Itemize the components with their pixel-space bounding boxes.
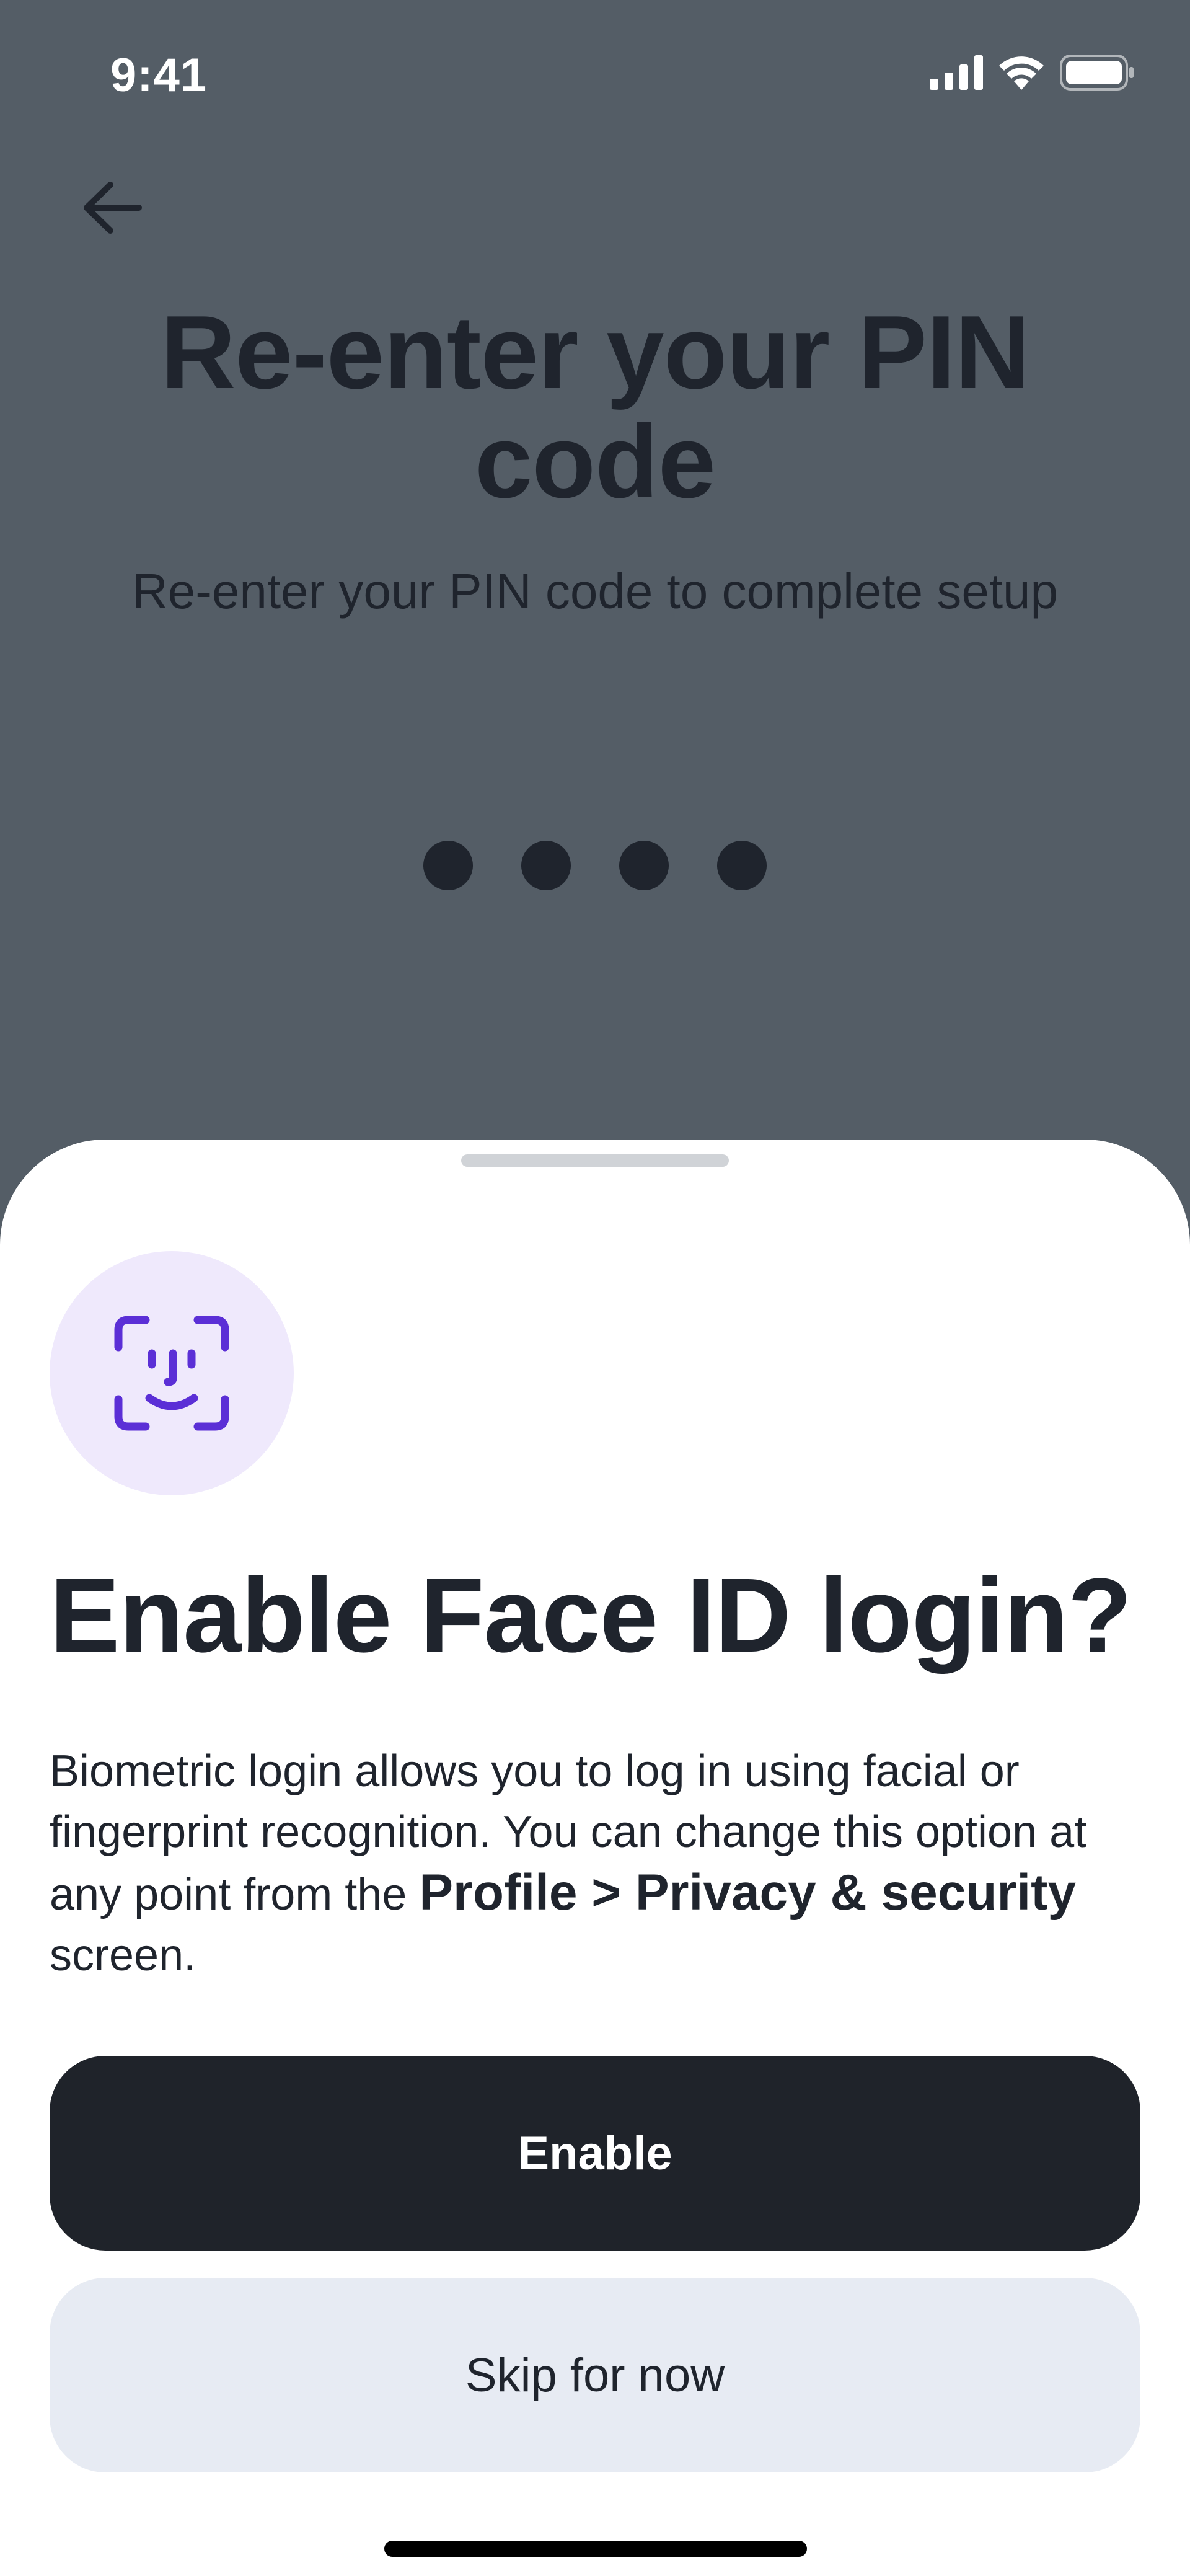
face-id-icon xyxy=(114,1316,229,1431)
sheet-description: Biometric login allows you to log in usi… xyxy=(50,1741,1153,1986)
page-title-line2: code xyxy=(474,403,716,520)
enable-button[interactable]: Enable xyxy=(50,2056,1140,2251)
skip-for-now-button[interactable]: Skip for now xyxy=(50,2278,1140,2472)
battery-icon xyxy=(1060,55,1134,91)
pin-dot xyxy=(717,841,767,890)
status-icons xyxy=(930,55,1134,91)
page-subtitle: Re-enter your PIN code to complete setup xyxy=(131,564,1059,619)
bottom-sheet: Enable Face ID login? Biometric login al… xyxy=(0,1140,1190,2576)
description-text-end: screen. xyxy=(50,1931,196,1980)
wifi-icon xyxy=(999,56,1044,90)
signal-icon xyxy=(930,55,983,90)
status-bar: 9:41 xyxy=(0,0,1190,149)
pin-dot xyxy=(423,841,473,890)
arrow-left-icon xyxy=(84,182,142,234)
back-button[interactable] xyxy=(68,167,155,248)
pin-dot xyxy=(521,841,571,890)
status-time: 9:41 xyxy=(110,49,208,102)
face-id-badge xyxy=(50,1251,294,1495)
sheet-drag-handle[interactable] xyxy=(461,1154,729,1167)
home-indicator[interactable] xyxy=(384,2541,807,2557)
description-settings-path: Profile > Privacy & security xyxy=(419,1864,1077,1921)
page-title-line1: Re-enter your PIN xyxy=(161,294,1030,410)
pin-indicator xyxy=(0,841,1190,890)
pin-dot xyxy=(619,841,669,890)
sheet-title: Enable Face ID login? xyxy=(50,1557,1132,1675)
page-title: Re-enter your PIN code xyxy=(0,298,1190,516)
